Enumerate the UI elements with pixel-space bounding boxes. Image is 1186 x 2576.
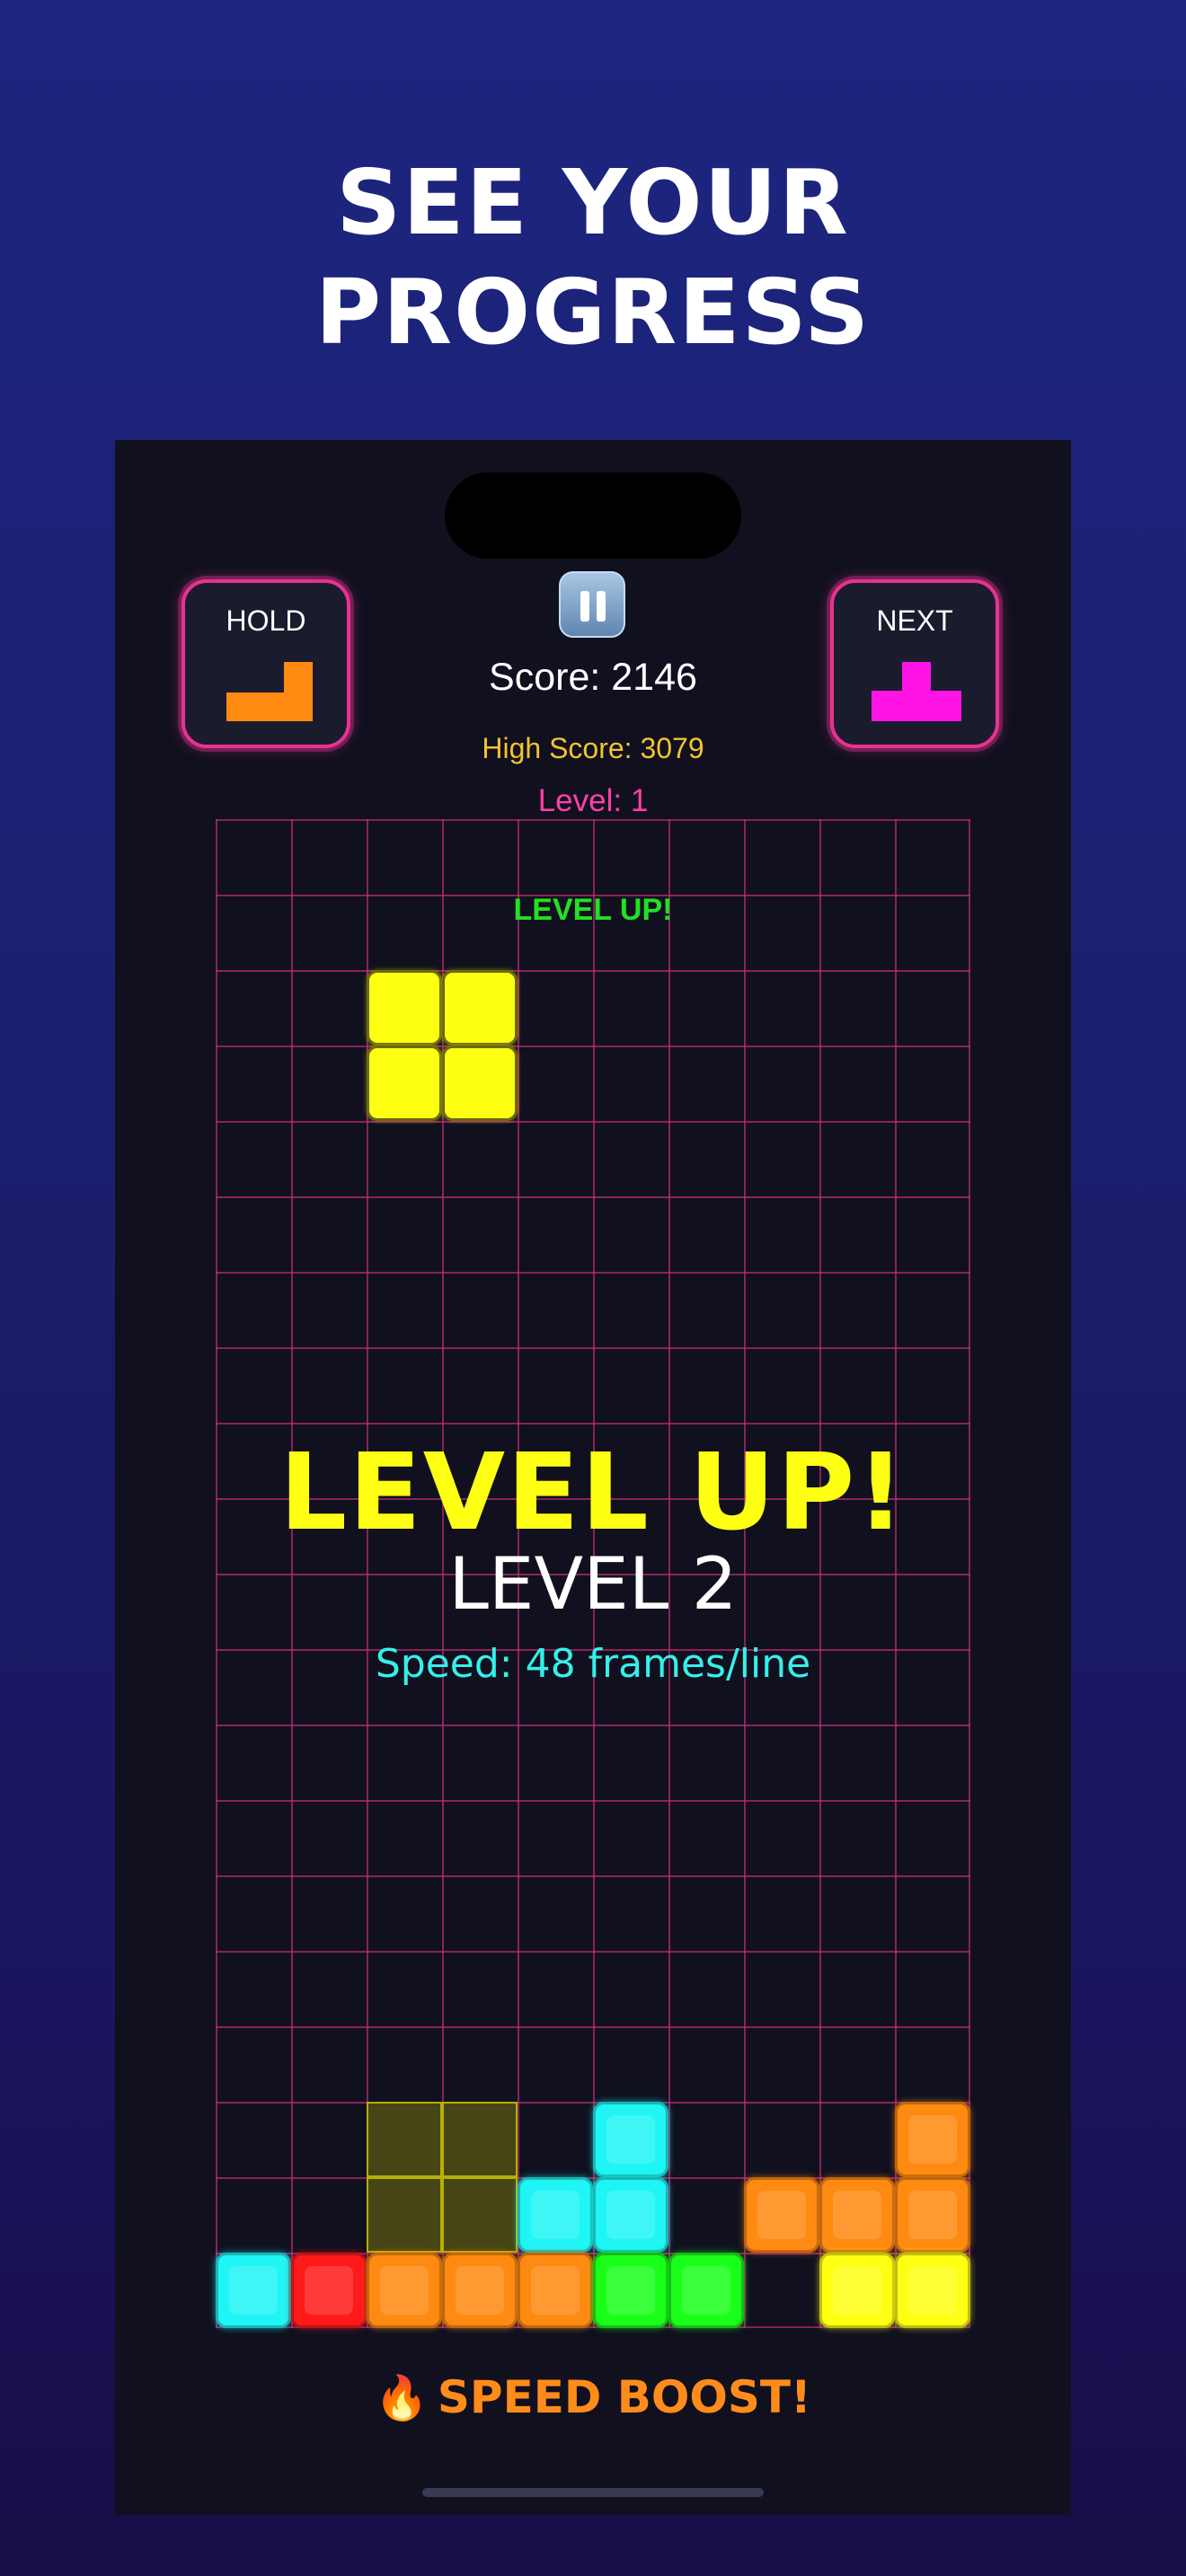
locked-block bbox=[895, 2102, 970, 2177]
locked-block bbox=[819, 2177, 895, 2253]
locked-block bbox=[291, 2253, 367, 2328]
next-label: NEXT bbox=[876, 604, 953, 637]
ghost-cell bbox=[442, 2177, 518, 2253]
speed-boost-text: SPEED BOOST! bbox=[437, 2371, 811, 2423]
locked-block bbox=[518, 2177, 593, 2253]
ghost-cell bbox=[442, 2102, 518, 2177]
ghost-cell bbox=[367, 2102, 442, 2177]
locked-block bbox=[744, 2177, 819, 2253]
dynamic-island bbox=[445, 472, 741, 559]
active-piece-cell bbox=[367, 970, 442, 1045]
locked-block bbox=[518, 2253, 593, 2328]
game-board[interactable]: LEVEL UP! LEVEL UP! LEVEL 2 Speed: 48 fr… bbox=[216, 819, 970, 2328]
locked-block bbox=[367, 2253, 442, 2328]
headline-line-2: PROGRESS bbox=[314, 260, 872, 365]
locked-block bbox=[895, 2177, 970, 2253]
promo-headline: SEE YOUR PROGRESS bbox=[0, 148, 1186, 367]
locked-block bbox=[216, 2253, 291, 2328]
phone-screen: HOLD Score: 2146 High Score: 3079 Level:… bbox=[115, 440, 1071, 2515]
speed-banner: Speed: 48 frames/line bbox=[375, 1641, 811, 1687]
next-piece-icon bbox=[872, 662, 961, 721]
locked-block bbox=[442, 2253, 518, 2328]
home-indicator bbox=[422, 2488, 764, 2497]
locked-block bbox=[819, 2253, 895, 2328]
level-up-small-banner: LEVEL UP! bbox=[513, 893, 673, 927]
locked-block bbox=[593, 2102, 668, 2177]
pause-button[interactable] bbox=[559, 571, 625, 638]
active-piece-cell bbox=[442, 970, 518, 1045]
pause-icon bbox=[580, 591, 589, 622]
active-piece-cell bbox=[442, 1045, 518, 1121]
next-box: NEXT bbox=[830, 579, 999, 748]
active-piece-cell bbox=[367, 1045, 442, 1121]
fire-icon: 🔥 bbox=[375, 2373, 429, 2423]
locked-block bbox=[593, 2253, 668, 2328]
level-display: Level: 1 bbox=[537, 783, 649, 818]
locked-block bbox=[895, 2253, 970, 2328]
speed-boost-banner: 🔥 SPEED BOOST! bbox=[115, 2371, 1071, 2423]
locked-block bbox=[593, 2177, 668, 2253]
hold-label: HOLD bbox=[226, 604, 306, 637]
locked-block bbox=[668, 2253, 744, 2328]
level-up-big-banner: LEVEL UP! bbox=[279, 1430, 907, 1554]
new-level-banner: LEVEL 2 bbox=[448, 1542, 738, 1626]
ghost-cell bbox=[367, 2177, 442, 2253]
headline-line-1: SEE YOUR bbox=[336, 150, 850, 255]
pause-icon-bar bbox=[597, 591, 606, 622]
